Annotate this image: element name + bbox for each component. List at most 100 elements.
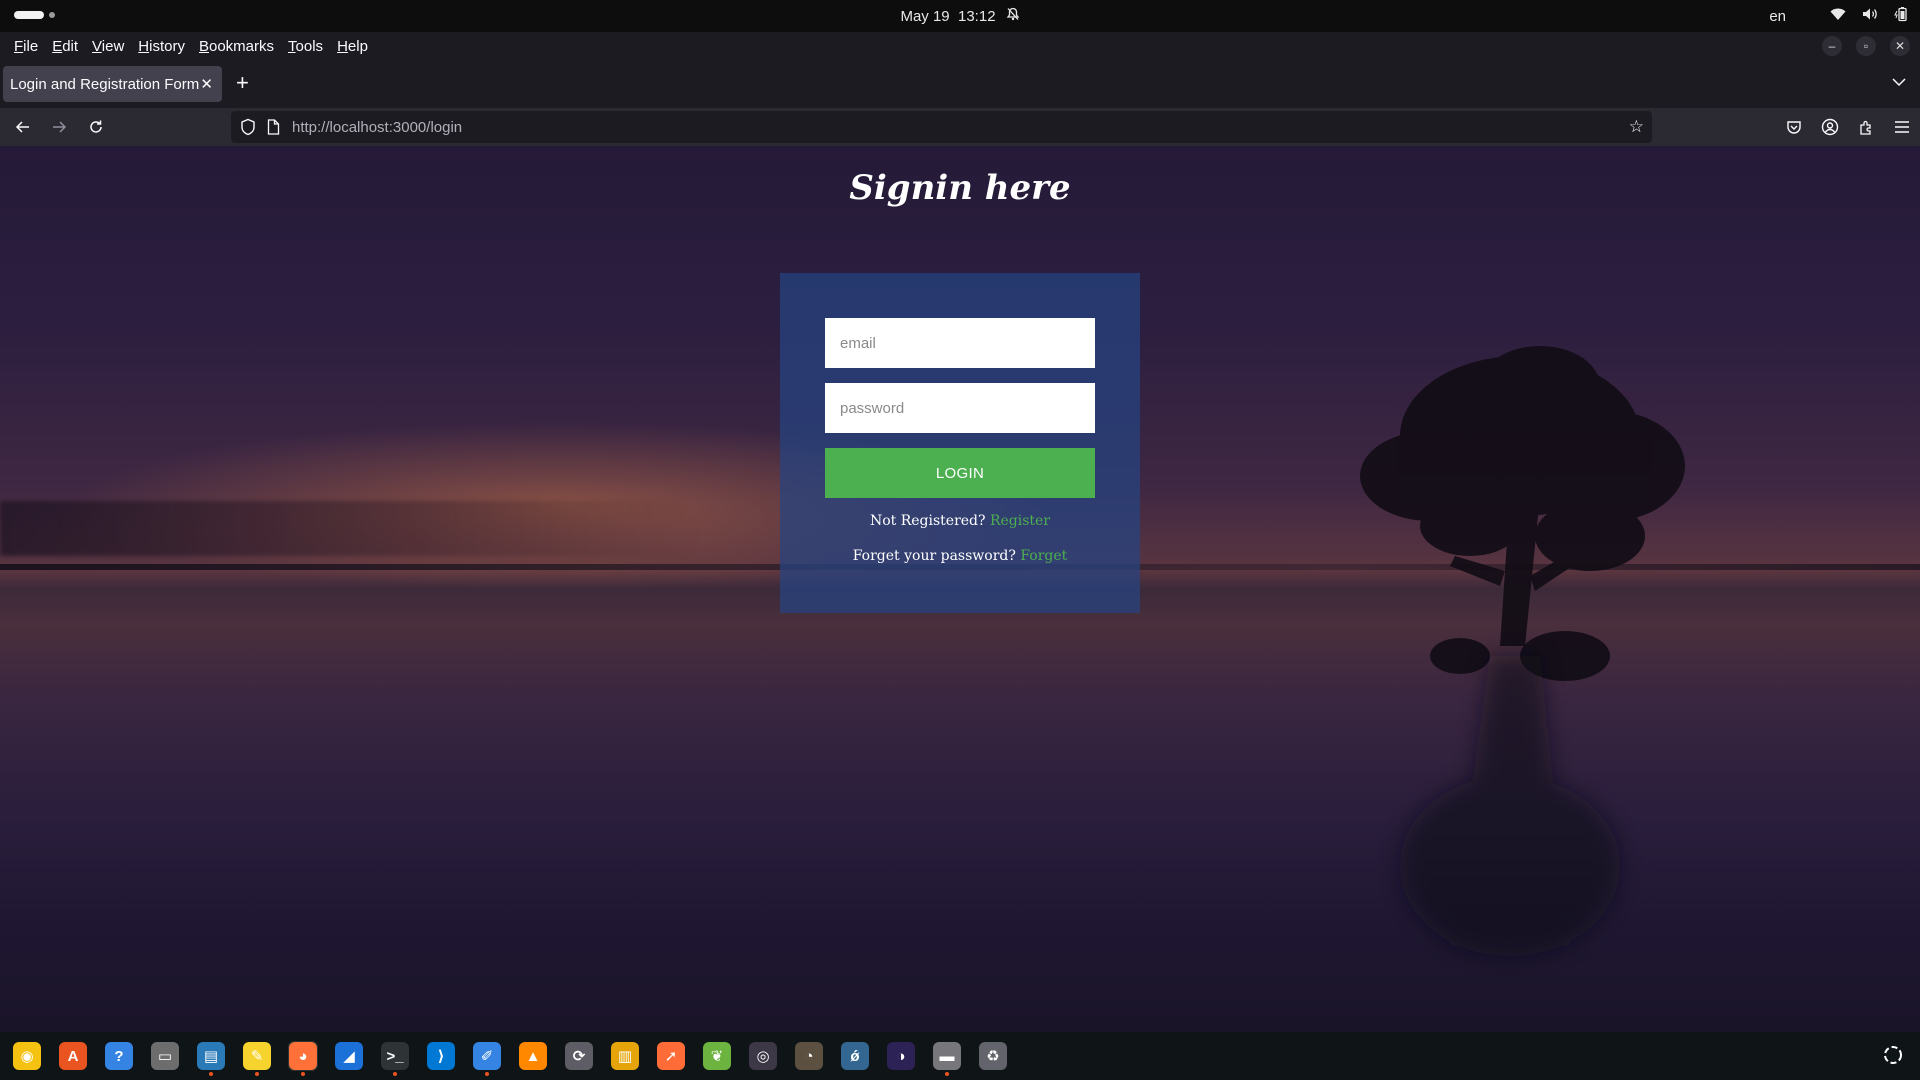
postgresql-icon[interactable]: ǿ <box>840 1041 870 1071</box>
notes-icon[interactable]: ✐ <box>472 1041 502 1076</box>
menu-bar: File Edit View History Bookmarks Tools H… <box>0 32 1920 60</box>
clock-button[interactable]: May 19 13:12 <box>900 8 995 25</box>
menu-view[interactable]: View <box>85 38 131 55</box>
tracking-protection-icon[interactable] <box>240 118 256 140</box>
activities-button[interactable] <box>14 11 55 19</box>
email-field[interactable] <box>825 318 1095 368</box>
files-icon[interactable]: ▭ <box>150 1041 180 1071</box>
spring-tool-icon[interactable]: ❦ <box>702 1041 732 1071</box>
files-glyph: ▭ <box>151 1042 179 1070</box>
menu-edit[interactable]: Edit <box>45 38 85 55</box>
software-updater-glyph: ⟳ <box>565 1042 593 1070</box>
keyboard-language[interactable]: en <box>1769 8 1786 25</box>
forget-link[interactable]: Forget <box>1020 548 1067 564</box>
eclipse-icon[interactable]: ◑ <box>886 1041 916 1071</box>
tab-title: Login and Registration Form <box>10 75 200 93</box>
workspace-indicator-inactive <box>49 12 55 18</box>
page-viewport: Signin here LOGIN Not Registered? Regist… <box>0 146 1920 1032</box>
tab-bar: Login and Registration Form ✕ + <box>0 60 1920 108</box>
ssd-glyph: ▬ <box>933 1042 961 1070</box>
libreoffice-writer-glyph: ▤ <box>197 1042 225 1070</box>
text-editor-icon[interactable]: ✎ <box>242 1041 272 1076</box>
navigation-toolbar: http://localhost:3000/login ☆ <box>0 108 1920 146</box>
register-link[interactable]: Register <box>990 513 1050 529</box>
back-icon[interactable] <box>11 115 35 139</box>
vscode-icon[interactable]: ⟩ <box>426 1041 456 1071</box>
wireshark-glyph: ◢ <box>335 1042 363 1070</box>
running-indicator <box>485 1072 489 1076</box>
app-center-icon[interactable]: A <box>58 1041 88 1071</box>
rhythmbox-glyph: ◉ <box>13 1042 41 1070</box>
menu-history[interactable]: History <box>131 38 192 55</box>
app-center-glyph: A <box>59 1042 87 1070</box>
battery-icon <box>1894 6 1910 26</box>
tab-login[interactable]: Login and Registration Form ✕ <box>3 66 222 102</box>
address-bar[interactable]: http://localhost:3000/login ☆ <box>231 111 1652 143</box>
app-menu-icon[interactable] <box>1890 115 1914 139</box>
system-status-area[interactable]: en <box>1769 0 1910 32</box>
restore-icon[interactable]: ▫ <box>1856 36 1876 56</box>
login-button[interactable]: LOGIN <box>825 448 1095 498</box>
running-indicator <box>393 1072 397 1076</box>
volume-icon <box>1862 7 1878 25</box>
menu-file[interactable]: File <box>7 38 45 55</box>
list-all-tabs-icon[interactable] <box>1892 74 1906 92</box>
help-icon[interactable]: ? <box>104 1041 134 1071</box>
page-info-icon[interactable] <box>267 119 280 139</box>
running-indicator <box>209 1072 213 1076</box>
extensions-icon[interactable] <box>1854 115 1878 139</box>
minimize-icon[interactable]: – <box>1822 36 1842 56</box>
password-field[interactable] <box>825 383 1095 433</box>
tab-close-icon[interactable]: ✕ <box>200 75 213 93</box>
gimp-glyph: ◔ <box>795 1042 823 1070</box>
obs-icon[interactable]: ◎ <box>748 1041 778 1071</box>
firefox-glyph: ◕ <box>289 1042 317 1070</box>
bookmark-star-icon[interactable]: ☆ <box>1629 117 1644 137</box>
close-window-icon[interactable]: ✕ <box>1890 36 1910 56</box>
wireshark-icon[interactable]: ◢ <box>334 1041 364 1071</box>
terminal-icon[interactable]: >_ <box>380 1041 410 1076</box>
account-icon[interactable] <box>1818 115 1842 139</box>
vscode-glyph: ⟩ <box>427 1042 455 1070</box>
notification-off-icon <box>1006 7 1020 25</box>
toolbar-actions <box>1782 115 1914 139</box>
vlc-glyph: ▲ <box>519 1042 547 1070</box>
show-apps-icon[interactable] <box>1882 1044 1904 1072</box>
help-glyph: ? <box>105 1042 133 1070</box>
background-cloud <box>0 501 700 556</box>
dock: ◉ A? ▭ ▤ ✎ ◕ ◢ >_ ⟩ ✐ ▲ ⟳ ▥ ➚ ❦ ◎ ◔ ǿ ◑ ▬ ♻ <box>0 1032 1920 1080</box>
software-updater-icon[interactable]: ⟳ <box>564 1041 594 1071</box>
menu-bookmarks[interactable]: Bookmarks <box>192 38 281 55</box>
vlc-icon[interactable]: ▲ <box>518 1041 548 1071</box>
postman-icon[interactable]: ➚ <box>656 1041 686 1071</box>
trash-icon[interactable]: ♻ <box>978 1041 1008 1071</box>
ssd-icon[interactable]: ▬ <box>932 1041 962 1076</box>
forward-icon[interactable] <box>47 115 71 139</box>
archive-manager-glyph: ▥ <box>611 1042 639 1070</box>
trash-glyph: ♻ <box>979 1042 1007 1070</box>
libreoffice-writer-icon[interactable]: ▤ <box>196 1041 226 1076</box>
notes-glyph: ✐ <box>473 1042 501 1070</box>
eclipse-glyph: ◑ <box>887 1042 915 1070</box>
new-tab-icon[interactable]: + <box>236 72 249 94</box>
clock: May 19 13:12 <box>0 0 1920 32</box>
clock-date: May 19 <box>900 7 950 25</box>
rhythmbox-icon[interactable]: ◉ <box>12 1041 42 1071</box>
forget-prompt-text: Forget your password? <box>852 548 1016 564</box>
gimp-icon[interactable]: ◔ <box>794 1041 824 1071</box>
archive-manager-icon[interactable]: ▥ <box>610 1041 640 1071</box>
spring-tool-glyph: ❦ <box>703 1042 731 1070</box>
reload-icon[interactable] <box>84 115 108 139</box>
menu-tools[interactable]: Tools <box>281 38 330 55</box>
url-text[interactable]: http://localhost:3000/login <box>292 119 462 136</box>
register-prompt-text: Not Registered? <box>869 513 986 529</box>
terminal-glyph: >_ <box>381 1042 409 1070</box>
menu-help[interactable]: Help <box>330 38 375 55</box>
pocket-icon[interactable] <box>1782 115 1806 139</box>
clock-time: 13:12 <box>958 7 996 25</box>
postman-glyph: ➚ <box>657 1042 685 1070</box>
tree-silhouette-image <box>1360 346 1685 956</box>
running-indicator <box>255 1072 259 1076</box>
postgresql-glyph: ǿ <box>841 1042 869 1070</box>
firefox-icon[interactable]: ◕ <box>288 1041 318 1076</box>
